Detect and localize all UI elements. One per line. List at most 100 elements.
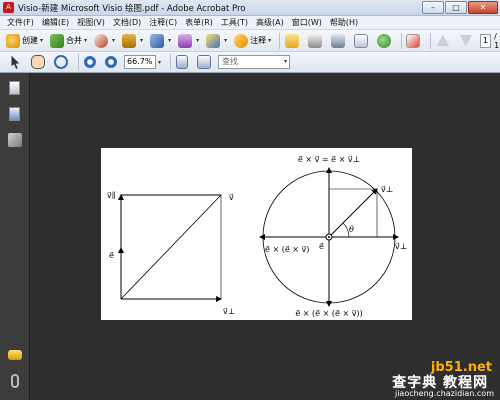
fit-window-button[interactable]: [195, 53, 215, 71]
watermark-url: jiaocheng.chazidian.com: [394, 389, 494, 398]
menu-forms[interactable]: 表单(R): [181, 17, 217, 28]
label-double-cross: e⃗ × (e⃗ × v⃗): [265, 245, 309, 254]
arrow-down-icon: [459, 34, 473, 47]
zoom-out-button[interactable]: [82, 53, 100, 71]
pdf-page[interactable]: v⃗ v⃗∥ e⃗ v⃗⊥ e⃗ × v⃗ = e⃗ × v⃗⊥ v⃗⊥ θ e…: [101, 148, 412, 320]
sign-button[interactable]: ▾: [148, 32, 173, 50]
open-button[interactable]: [283, 32, 303, 50]
combine-files-icon: [50, 33, 65, 48]
review-icon: [406, 33, 421, 48]
select-tool-button[interactable]: [6, 53, 26, 71]
acrobat-app-icon: A: [3, 2, 14, 13]
menu-bar: 文件(F) 编辑(E) 视图(V) 文档(D) 注释(C) 表单(R) 工具(T…: [0, 16, 500, 30]
combine-label: 合并: [66, 36, 83, 45]
label-v-perp-rotated: v⃗⊥: [381, 185, 393, 194]
secure-button[interactable]: ▾: [120, 32, 145, 50]
chevron-down-icon[interactable]: ▾: [284, 56, 287, 68]
document-area[interactable]: v⃗ v⃗∥ e⃗ v⃗⊥ e⃗ × v⃗ = e⃗ × v⃗⊥ v⃗⊥ θ e…: [30, 73, 500, 400]
review-button[interactable]: [404, 32, 424, 50]
maximize-button[interactable]: □: [445, 1, 467, 14]
previous-page-button[interactable]: [434, 32, 454, 50]
print-button[interactable]: [306, 32, 326, 50]
chevron-down-icon[interactable]: ▾: [158, 59, 161, 66]
zoom-in-button[interactable]: [103, 53, 121, 71]
left-decomposition-diagram: v⃗ v⃗∥ e⃗ v⃗⊥: [107, 191, 235, 316]
comments-panel-icon[interactable]: [8, 350, 22, 360]
globe-icon: [376, 33, 391, 48]
toolbar-divider: [279, 32, 280, 49]
comment-icon: [234, 33, 249, 48]
share-button[interactable]: ▾: [92, 32, 117, 50]
fit-page-icon: [197, 55, 212, 69]
create-label: 创建: [22, 36, 38, 45]
menu-advanced[interactable]: 高级(A): [252, 17, 288, 28]
comment-button[interactable]: 注释 ▾: [232, 32, 273, 50]
minimize-button[interactable]: –: [422, 1, 444, 14]
marquee-zoom-button[interactable]: [52, 53, 72, 71]
menu-comments[interactable]: 注释(C): [145, 17, 181, 28]
main-toolbar: 创建 ▾ 合并 ▾ ▾ ▾ ▾ ▾ ▾ 注释 ▾ 1 / 1: [0, 30, 500, 52]
label-theta: θ: [349, 225, 354, 234]
menu-help[interactable]: 帮助(H): [326, 17, 362, 28]
menu-view[interactable]: 视图(V): [73, 17, 109, 28]
arrow-up-icon: [436, 34, 450, 47]
vector-diagram: v⃗ v⃗∥ e⃗ v⃗⊥ e⃗ × v⃗ = e⃗ × v⃗⊥ v⃗⊥ θ e…: [107, 155, 407, 318]
chevron-down-icon: ▾: [224, 37, 228, 44]
label-e: e⃗: [109, 251, 114, 260]
chevron-down-icon: ▾: [268, 37, 272, 44]
label-e-center: e⃗: [319, 242, 324, 251]
zoom-level-input[interactable]: 66.7%: [124, 55, 156, 69]
collaborate-button[interactable]: [375, 32, 395, 50]
single-page-icon: [176, 55, 189, 69]
menu-file[interactable]: 文件(F): [3, 17, 38, 28]
printer-icon: [307, 33, 322, 48]
hand-icon: [31, 55, 45, 69]
close-button[interactable]: ✕: [468, 1, 498, 14]
save-icon: [330, 33, 345, 48]
find-input[interactable]: 查找 ▾: [218, 55, 291, 69]
zoom-out-icon: [84, 56, 96, 68]
toolbar-divider: [170, 54, 172, 70]
chevron-down-icon: ▾: [112, 37, 116, 44]
forms-button[interactable]: ▾: [176, 32, 201, 50]
chevron-down-icon: ▾: [40, 37, 44, 44]
comment-label: 注释: [250, 36, 267, 45]
title-bar: A Visio-新建 Microsoft Visio 绘图.pdf - Adob…: [0, 0, 500, 16]
page-number-input[interactable]: 1: [479, 33, 492, 48]
next-page-button[interactable]: [457, 32, 477, 50]
attachment-icon[interactable]: [11, 374, 19, 388]
page-total: / 1: [494, 31, 500, 50]
menu-tools[interactable]: 工具(T): [217, 17, 252, 28]
save-button[interactable]: [329, 32, 349, 50]
share-icon: [94, 33, 109, 48]
bookmarks-icon[interactable]: [9, 107, 20, 121]
window-title: Visio-新建 Microsoft Visio 绘图.pdf - Adobe …: [18, 3, 246, 14]
menu-window[interactable]: 窗口(W): [288, 17, 326, 28]
multimedia-button[interactable]: ▾: [204, 32, 229, 50]
zoom-marquee-icon: [54, 55, 68, 69]
single-page-button[interactable]: [174, 53, 192, 71]
toolbar-divider: [78, 54, 79, 70]
form-icon: [178, 33, 193, 48]
find-placeholder: 查找: [222, 57, 239, 66]
create-button[interactable]: 创建 ▾: [4, 32, 45, 50]
multimedia-icon: [206, 33, 221, 48]
menu-edit[interactable]: 编辑(E): [38, 17, 73, 28]
pages-icon[interactable]: [9, 81, 20, 95]
email-button[interactable]: [352, 32, 372, 50]
folder-icon: [284, 33, 299, 48]
v-vector-line: [120, 194, 222, 300]
label-v-perp-right: v⃗⊥: [395, 242, 407, 251]
chevron-down-icon: ▾: [196, 37, 200, 44]
menu-document[interactable]: 文档(D): [109, 17, 145, 28]
cursor-icon: [11, 55, 20, 69]
hand-tool-button[interactable]: [29, 53, 49, 71]
chevron-down-icon: ▾: [168, 37, 172, 44]
label-triple-cross: e⃗ × (e⃗ × (e⃗ × v⃗)): [295, 309, 362, 318]
label-cross-product: e⃗ × v⃗ = e⃗ × v⃗⊥: [298, 155, 360, 164]
chevron-down-icon: ▾: [84, 37, 88, 44]
window-controls: – □ ✕: [422, 1, 498, 14]
toolbar-divider: [400, 32, 402, 49]
combine-button[interactable]: 合并 ▾: [48, 32, 89, 50]
signatures-icon[interactable]: [8, 133, 22, 147]
